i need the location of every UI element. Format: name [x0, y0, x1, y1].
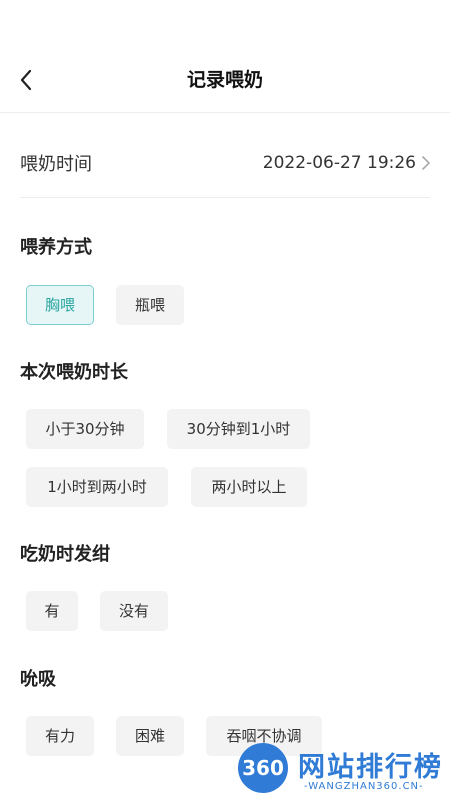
watermark-badge: 360 — [238, 743, 288, 793]
time-divider — [20, 197, 430, 198]
sucking-option-strong[interactable]: 有力 — [26, 716, 94, 756]
app-header: 记录喂奶 — [0, 0, 450, 112]
watermark-text: 网站排行榜 — [298, 752, 443, 783]
watermark: 360 网站排行榜 -WANGZHAN360.CN- — [236, 741, 450, 800]
feeding-option-bottle[interactable]: 瓶喂 — [116, 285, 184, 325]
feed-time-row[interactable]: 喂奶时间 2022-06-27 19:26 — [20, 140, 430, 186]
cyanosis-title: 吃奶时发绀 — [20, 544, 110, 565]
feeding-method-title: 喂养方式 — [20, 237, 92, 258]
feed-time-label: 喂奶时间 — [20, 154, 92, 175]
chevron-right-icon — [422, 156, 430, 170]
cyanosis-option-yes[interactable]: 有 — [26, 591, 78, 631]
duration-option-30min-1h[interactable]: 30分钟到1小时 — [167, 409, 310, 449]
watermark-subtext: -WANGZHAN360.CN- — [304, 781, 424, 792]
page-title: 记录喂奶 — [186, 69, 263, 91]
duration-option-under-30min[interactable]: 小于30分钟 — [26, 409, 144, 449]
duration-option-over-2h[interactable]: 两小时以上 — [191, 467, 307, 507]
feed-time-picker[interactable]: 2022-06-27 19:26 — [263, 153, 430, 173]
feed-time-value: 2022-06-27 19:26 — [262, 153, 416, 173]
header-divider — [0, 112, 450, 113]
sucking-title: 吮吸 — [20, 669, 56, 690]
cyanosis-option-no[interactable]: 没有 — [100, 591, 168, 631]
sucking-option-difficult[interactable]: 困难 — [116, 716, 184, 756]
duration-title: 本次喂奶时长 — [20, 362, 128, 383]
duration-option-1h-2h[interactable]: 1小时到两小时 — [26, 467, 168, 507]
feeding-option-breast[interactable]: 胸喂 — [26, 285, 94, 325]
